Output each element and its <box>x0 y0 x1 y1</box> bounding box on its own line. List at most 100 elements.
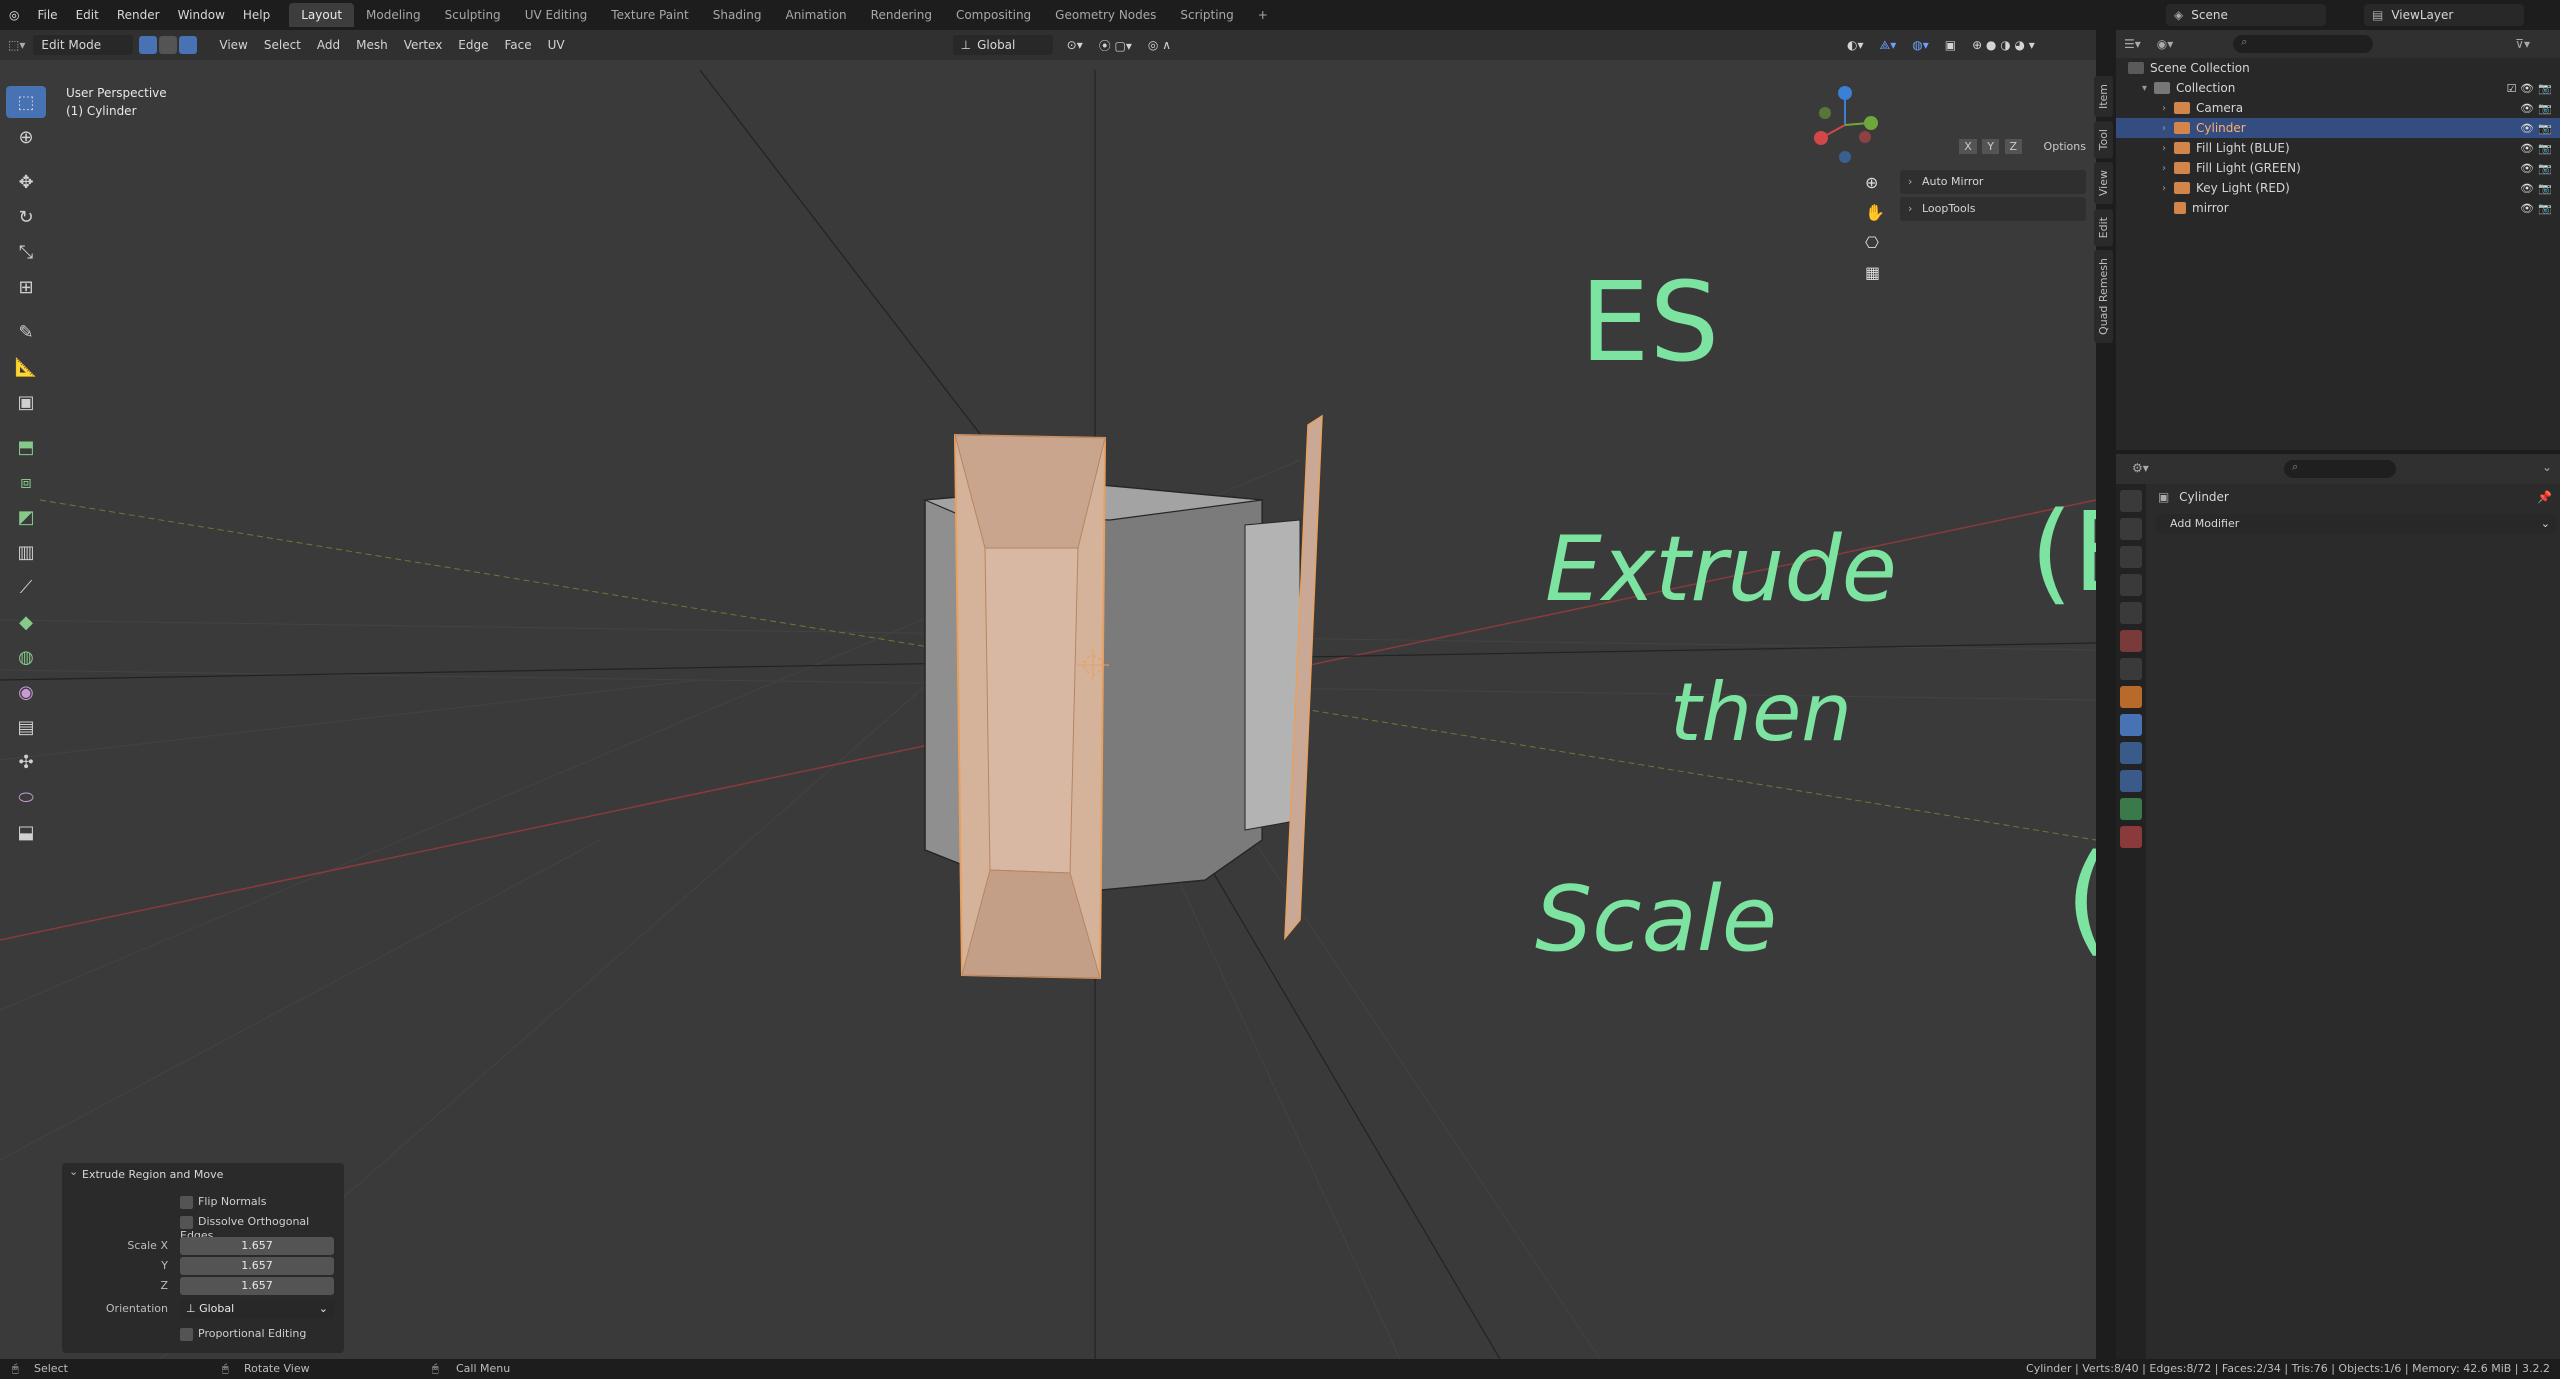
tab-rendering[interactable]: Rendering <box>859 3 944 27</box>
scene-collection-row[interactable]: Scene Collection <box>2116 58 2560 78</box>
inset-tool[interactable]: ⧈ <box>6 466 46 498</box>
output-tab-icon[interactable] <box>2120 546 2142 568</box>
scale-tool[interactable]: ⤡ <box>6 236 46 268</box>
operator-title[interactable]: Extrude Region and Move <box>62 1160 344 1187</box>
pan-hand-icon[interactable]: ✋ <box>1865 203 1885 222</box>
material-tab-icon[interactable] <box>2120 826 2142 848</box>
panel-auto-mirror[interactable]: Auto Mirror <box>1900 170 2086 194</box>
navigation-gizmo[interactable] <box>1814 86 1878 163</box>
menu-uv[interactable]: UV <box>540 38 573 52</box>
eye-icon[interactable]: 👁 <box>2520 162 2534 175</box>
expand-arrow-icon[interactable]: › <box>2162 123 2174 134</box>
measure-tool[interactable]: 📐 <box>6 351 46 383</box>
outliner-item-cylinder[interactable]: › Cylinder 👁 📷 <box>2116 118 2560 138</box>
view-layer-selector[interactable]: ▤ ViewLayer <box>2364 4 2524 26</box>
overlay-icon[interactable]: ◍▾ <box>1904 38 1937 52</box>
menu-add[interactable]: Add <box>309 38 348 52</box>
eye-icon[interactable]: 👁 <box>2520 102 2534 115</box>
proportional-editing-box[interactable] <box>180 1327 193 1341</box>
collection-checkbox[interactable]: ☑ 👁 <box>2507 82 2534 95</box>
scene-tab-icon[interactable] <box>2120 602 2142 624</box>
tab-compositing[interactable]: Compositing <box>944 3 1043 27</box>
tab-item[interactable]: Item <box>2094 76 2113 118</box>
options-dropdown[interactable]: Options <box>2044 140 2086 153</box>
outliner-item-mirror[interactable]: mirror 👁 📷 <box>2116 198 2560 218</box>
proportional-editing-checkbox[interactable]: Proportional Editing <box>180 1327 306 1341</box>
shear-tool[interactable]: ⬭ <box>6 781 46 813</box>
collection-row[interactable]: ▾ Collection ☑ 👁 📷 <box>2116 78 2560 98</box>
move-tool[interactable]: ✥ <box>6 166 46 198</box>
add-cube-tool[interactable]: ▣ <box>6 386 46 418</box>
tab-animation[interactable]: Animation <box>773 3 858 27</box>
modifier-tab-icon[interactable] <box>2120 714 2142 736</box>
render-tab-icon[interactable] <box>2120 518 2142 540</box>
cursor-tool[interactable]: ⊕ <box>6 121 46 153</box>
transform-orientation-dropdown[interactable]: ⊥ Global <box>952 35 1053 55</box>
snap-icon[interactable]: ⦿ ▢▾ <box>1091 37 1140 54</box>
dissolve-edges-box[interactable] <box>180 1215 193 1229</box>
expand-arrow-icon[interactable]: › <box>2162 183 2174 194</box>
smooth-tool[interactable]: ◉ <box>6 676 46 708</box>
particles-tab-icon[interactable] <box>2120 742 2142 764</box>
expand-arrow-icon[interactable]: ▾ <box>2142 83 2154 94</box>
add-modifier-dropdown[interactable]: Add Modifier ⌄ <box>2156 514 2556 534</box>
menu-select[interactable]: Select <box>256 38 309 52</box>
menu-vertex[interactable]: Vertex <box>396 38 451 52</box>
camera-render-icon[interactable]: 📷 <box>2538 182 2552 195</box>
collection-tab-icon[interactable] <box>2120 658 2142 680</box>
menu-mesh[interactable]: Mesh <box>348 38 396 52</box>
rotate-tool[interactable]: ↻ <box>6 201 46 233</box>
menu-view[interactable]: View <box>211 38 255 52</box>
tab-geometry-nodes[interactable]: Geometry Nodes <box>1043 3 1168 27</box>
menu-render[interactable]: Render <box>108 0 169 30</box>
panel-looptools[interactable]: LoopTools <box>1900 197 2086 221</box>
tab-scripting[interactable]: Scripting <box>1168 3 1245 27</box>
shading-modes-icon[interactable]: ⊕ ● ◑ ◕ ▾ <box>1964 38 2043 52</box>
scene-selector[interactable]: ◈ Scene <box>2166 4 2326 26</box>
tab-layout[interactable]: Layout <box>289 3 355 27</box>
scale-x-field[interactable]: 1.657 <box>180 1237 334 1255</box>
axis-y-toggle[interactable]: Y <box>1982 139 1999 154</box>
tab-shading[interactable]: Shading <box>701 3 774 27</box>
outliner-item-key-light-red[interactable]: › Key Light (RED) 👁 📷 <box>2116 178 2560 198</box>
expand-arrow-icon[interactable]: › <box>2162 143 2174 154</box>
face-select-button[interactable] <box>179 36 198 54</box>
transform-tool[interactable]: ⊞ <box>6 271 46 303</box>
outliner-item-fill-light-green[interactable]: › Fill Light (GREEN) 👁 📷 <box>2116 158 2560 178</box>
tab-quad-remesh[interactable]: Quad Remesh <box>2094 249 2113 343</box>
scale-y-field[interactable]: 1.657 <box>180 1257 334 1275</box>
blender-logo-icon[interactable]: ◎ <box>0 0 28 30</box>
spin-tool[interactable]: ◍ <box>6 641 46 673</box>
eye-icon[interactable]: 👁 <box>2520 122 2534 135</box>
3d-viewport[interactable]: ⊕ ✋ ⎔ ▦ ES Extrude (E) then Scale (S) Us… <box>0 60 2096 1359</box>
flip-normals-box[interactable] <box>180 1195 193 1209</box>
camera-view-icon[interactable]: ⎔ <box>1865 233 1879 252</box>
tab-tool[interactable]: Tool <box>2094 121 2113 159</box>
pivot-icon[interactable]: ⊙▾ <box>1059 38 1091 52</box>
menu-window[interactable]: Window <box>169 0 234 30</box>
expand-arrow-icon[interactable]: › <box>2162 103 2174 114</box>
eye-icon[interactable]: 👁 <box>2520 202 2534 215</box>
object-tab-icon[interactable] <box>2120 686 2142 708</box>
add-workspace-button[interactable]: + <box>1246 3 1280 27</box>
edge-slide-tool[interactable]: ▤ <box>6 711 46 743</box>
display-mode-icon[interactable]: ◉▾ <box>2157 37 2174 51</box>
eye-icon[interactable]: 👁 <box>2520 182 2534 195</box>
camera-render-icon[interactable]: 📷 <box>2538 82 2552 95</box>
filter-icon[interactable]: ⊽▾ <box>2515 37 2530 51</box>
menu-help[interactable]: Help <box>234 0 279 30</box>
camera-render-icon[interactable]: 📷 <box>2538 202 2552 215</box>
knife-tool[interactable]: ⟋ <box>6 571 46 603</box>
scale-z-field[interactable]: 1.657 <box>180 1277 334 1295</box>
editor-type-icon[interactable]: ⬚▾ <box>0 38 33 52</box>
outliner-editor-icon[interactable]: ☰▾ <box>2124 37 2141 51</box>
physics-tab-icon[interactable] <box>2120 770 2142 792</box>
tab-texture-paint[interactable]: Texture Paint <box>599 3 700 27</box>
pin-icon[interactable]: 📌 <box>2537 490 2552 504</box>
camera-render-icon[interactable]: 📷 <box>2538 122 2552 135</box>
gizmo-icon[interactable]: ⟁▾ <box>1871 38 1904 53</box>
select-box-tool[interactable]: ⬚ <box>6 86 46 118</box>
view-layer-tab-icon[interactable] <box>2120 574 2142 596</box>
menu-face[interactable]: Face <box>497 38 540 52</box>
menu-file[interactable]: File <box>28 0 66 30</box>
